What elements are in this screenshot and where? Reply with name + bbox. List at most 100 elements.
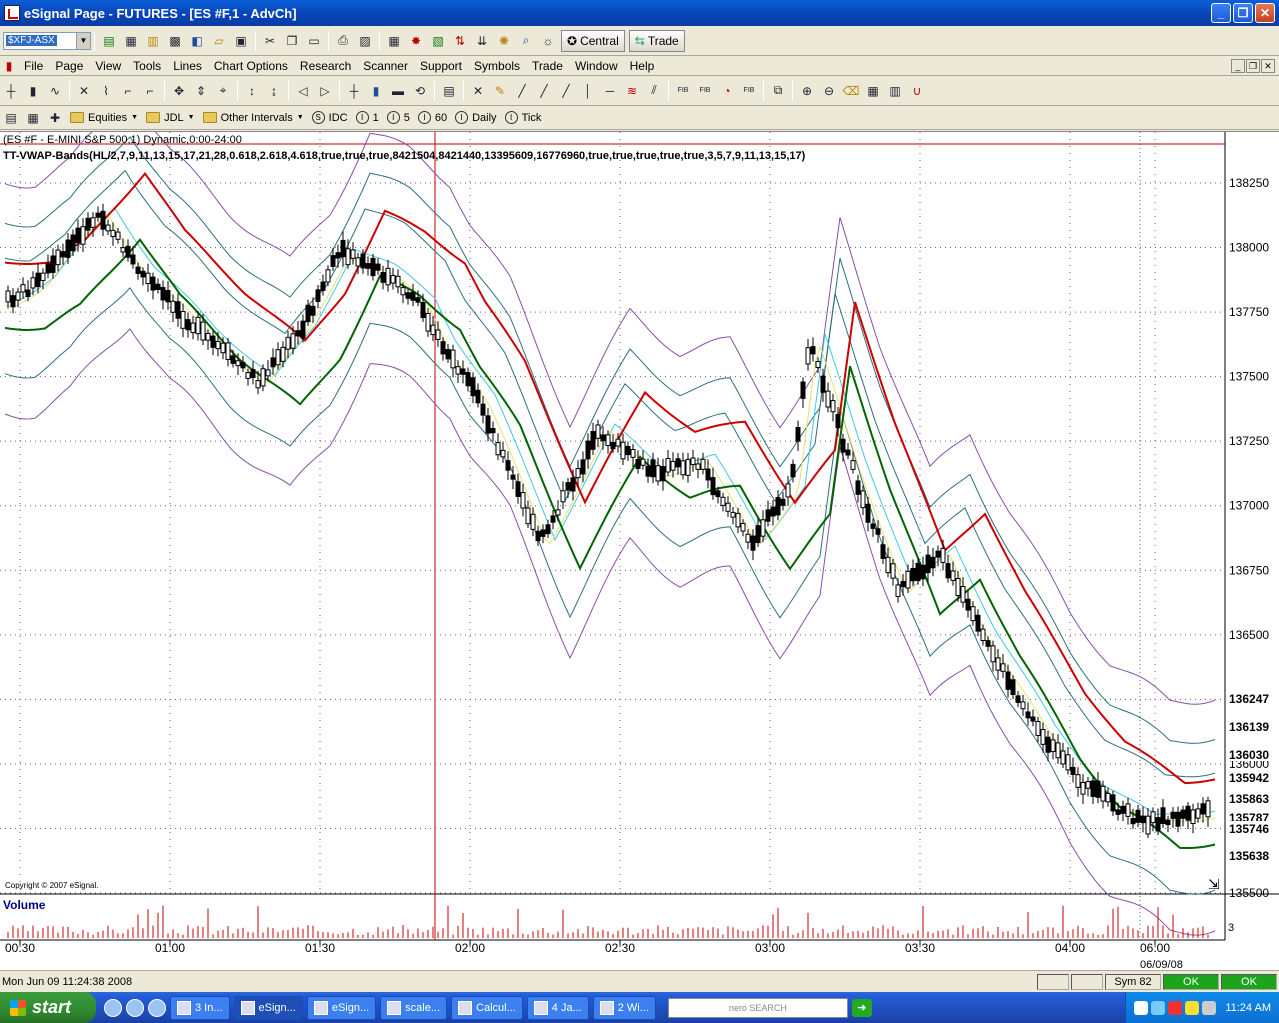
close-button[interactable]: ✕ xyxy=(1255,3,1275,23)
scale-up-icon[interactable]: ↕ xyxy=(242,81,262,101)
scanner-icon[interactable]: ▧ xyxy=(428,31,448,51)
link-icon[interactable]: ⧉ xyxy=(768,81,788,101)
fib-retracement-icon[interactable]: FIB xyxy=(673,81,693,101)
interval-tick[interactable]: I Tick xyxy=(504,111,541,124)
zoom-vertical-icon[interactable]: ⇕ xyxy=(191,81,211,101)
task-button-6[interactable]: 4 Ja... xyxy=(526,995,589,1020)
channel-icon[interactable]: ≋ xyxy=(622,81,642,101)
portfolio-icon[interactable]: ▦ xyxy=(384,31,404,51)
menu-lines[interactable]: Lines xyxy=(167,56,208,76)
interval-icon[interactable]: ▬ xyxy=(388,81,408,101)
browser-icon[interactable] xyxy=(126,998,144,1017)
extended-line-icon[interactable]: ╱ xyxy=(556,81,576,101)
film-icon[interactable]: ▩ xyxy=(165,31,185,51)
copy-icon[interactable]: ❐ xyxy=(282,31,302,51)
media-player-icon[interactable] xyxy=(148,998,166,1017)
open-folder-icon[interactable]: ▱ xyxy=(209,31,229,51)
security-icon[interactable] xyxy=(1168,1000,1183,1015)
equities-folder[interactable]: Equities ▼ xyxy=(70,112,138,124)
horizontal-line-icon[interactable]: ─ xyxy=(600,81,620,101)
menu-help[interactable]: Help xyxy=(624,56,661,76)
fib-arc-icon[interactable]: ◔ xyxy=(717,81,737,101)
arrows-icon[interactable]: ⇊ xyxy=(472,31,492,51)
antivirus-icon[interactable] xyxy=(1185,1000,1200,1015)
chart-icon[interactable]: ▥ xyxy=(143,31,163,51)
alert-icon[interactable]: ✸ xyxy=(406,31,426,51)
task-button-2[interactable]: eSign... xyxy=(233,995,303,1020)
cancel-draw-icon[interactable]: ✕ xyxy=(468,81,488,101)
chart-settings-icon[interactable]: ▤ xyxy=(1,108,21,128)
minimize-button[interactable]: _ xyxy=(1211,3,1231,23)
task-button-3[interactable]: eSign... xyxy=(306,995,377,1020)
interval-5[interactable]: I5 xyxy=(386,111,410,124)
layout-icon[interactable]: ▥ xyxy=(885,81,905,101)
central-button[interactable]: ✪ Central xyxy=(561,29,625,52)
menu-tools[interactable]: Tools xyxy=(127,56,167,76)
save-icon[interactable]: ▣ xyxy=(231,31,251,51)
menu-symbols[interactable]: Symbols xyxy=(468,56,526,76)
window-titlebar[interactable]: eSignal Page - FUTURES - [ES #F,1 - AdvC… xyxy=(0,0,1279,26)
magnet-icon[interactable]: ∪ xyxy=(907,81,927,101)
line-tool-icon[interactable]: ┼ xyxy=(344,81,364,101)
crosshair-icon[interactable]: ⌖ xyxy=(213,81,233,101)
study-title[interactable]: TT-VWAP-Bands(HL/2,7,9,11,13,15,17,21,28… xyxy=(3,150,805,162)
properties-icon[interactable]: ▤ xyxy=(439,81,459,101)
scale-down-icon[interactable]: ↨ xyxy=(264,81,284,101)
menu-support[interactable]: Support xyxy=(414,56,468,76)
cursor-cross-icon[interactable]: ✥ xyxy=(169,81,189,101)
jdl-folder[interactable]: JDL ▼ xyxy=(146,112,195,124)
menu-chart-options[interactable]: Chart Options xyxy=(208,56,294,76)
vertical-line-icon[interactable]: │ xyxy=(578,81,598,101)
other-intervals-folder[interactable]: Other Intervals ▼ xyxy=(202,112,304,124)
cut-icon[interactable]: ✂ xyxy=(260,31,280,51)
pencil-icon[interactable]: ✎ xyxy=(490,81,510,101)
renko-icon[interactable]: ⌐ xyxy=(118,81,138,101)
interval-daily[interactable]: I Daily xyxy=(455,111,497,124)
menu-trade[interactable]: Trade xyxy=(526,56,569,76)
mdi-minimize-button[interactable]: _ xyxy=(1231,58,1245,73)
bar-chart-icon[interactable]: ┼ xyxy=(1,81,21,101)
task-button-7[interactable]: 2 Wi... xyxy=(592,995,656,1020)
add-icon[interactable]: ✚ xyxy=(45,108,65,128)
menu-research[interactable]: Research xyxy=(294,56,357,76)
network-icon[interactable] xyxy=(1151,1000,1166,1015)
page-icon[interactable]: ▤ xyxy=(99,31,119,51)
start-button[interactable]: start xyxy=(0,992,96,1023)
menu-window[interactable]: Window xyxy=(569,56,624,76)
nero-search-input[interactable]: nero SEARCH xyxy=(667,997,848,1018)
up-down-arrows-icon[interactable]: ⇅ xyxy=(450,31,470,51)
mdi-close-button[interactable]: ✕ xyxy=(1261,58,1275,73)
task-button-4[interactable]: scale... xyxy=(380,995,448,1020)
trade-button[interactable]: ⇆ Trade xyxy=(628,29,685,52)
grid-icon[interactable]: ▦ xyxy=(863,81,883,101)
search-go-button[interactable]: ➜ xyxy=(851,998,872,1017)
maximize-button[interactable]: ❐ xyxy=(1233,3,1253,23)
interval-idc[interactable]: S IDC xyxy=(311,111,348,124)
symbol-input[interactable]: $XFJ-ASX ▼ xyxy=(3,31,91,50)
kagi-icon[interactable]: ⌇ xyxy=(96,81,116,101)
zoom-out-icon[interactable]: ⊖ xyxy=(819,81,839,101)
chart-window[interactable]: 138250 138000 137750 137500 137250 137000 1367… xyxy=(0,131,1279,971)
fib-time-icon[interactable]: FIB xyxy=(739,81,759,101)
scroll-right-icon[interactable]: ▷ xyxy=(315,81,335,101)
reset-icon[interactable]: ⟲ xyxy=(410,81,430,101)
task-button-1[interactable]: 3 In... xyxy=(170,995,230,1020)
mdi-restore-button[interactable]: ❐ xyxy=(1246,58,1260,73)
eraser-icon[interactable]: ⌫ xyxy=(841,81,861,101)
line-chart-icon[interactable]: ∿ xyxy=(45,81,65,101)
menu-scanner[interactable]: Scanner xyxy=(357,56,414,76)
break-icon[interactable]: ⌐ xyxy=(140,81,160,101)
search-icon[interactable]: ⌕ xyxy=(516,31,536,51)
interval-1[interactable]: I1 xyxy=(355,111,379,124)
print-icon[interactable]: ⎙ xyxy=(333,31,353,51)
pnf-icon[interactable]: ✕ xyxy=(74,81,94,101)
light-icon[interactable]: ✺ xyxy=(494,31,514,51)
fan-icon[interactable]: ⫽ xyxy=(644,81,664,101)
menu-view[interactable]: View xyxy=(89,56,127,76)
bulb-icon[interactable]: ☼ xyxy=(538,31,558,51)
menu-file[interactable]: File xyxy=(18,56,49,76)
paste-icon[interactable]: ▭ xyxy=(304,31,324,51)
fib-extension-icon[interactable]: FIB xyxy=(695,81,715,101)
symbol-list-icon[interactable]: ▦ xyxy=(23,108,43,128)
ray-icon[interactable]: ╱ xyxy=(534,81,554,101)
